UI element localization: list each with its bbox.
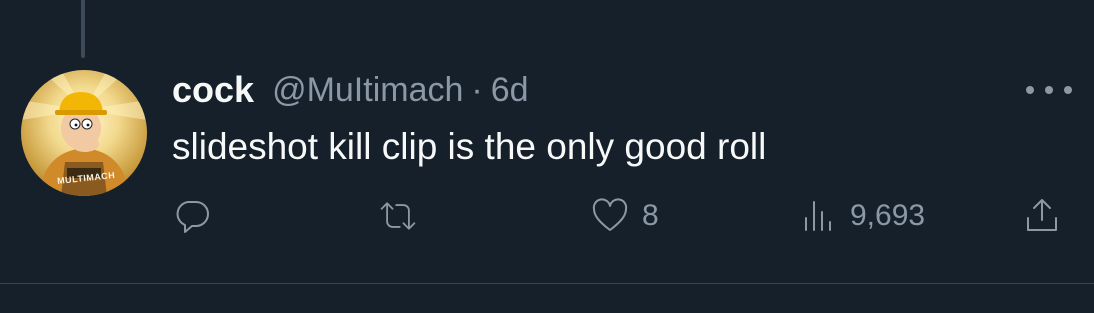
separator-dot: ·: [471, 70, 483, 109]
heart-icon: [592, 198, 628, 231]
share-icon: [1027, 199, 1057, 231]
like-count: 8: [642, 199, 659, 232]
share-button[interactable]: [1022, 192, 1062, 240]
like-button[interactable]: 8: [590, 192, 659, 240]
tweet-header: cock @MuItimach · 6d: [172, 68, 529, 112]
more-options-icon: [1026, 86, 1034, 94]
avatar[interactable]: MULTIMACH: [21, 70, 147, 196]
thread-connector-line: [81, 0, 85, 58]
reply-icon: [176, 201, 209, 233]
retweet-icon: [380, 202, 416, 230]
display-name[interactable]: cock: [172, 69, 254, 111]
reply-button[interactable]: [172, 192, 224, 240]
retweet-button[interactable]: [378, 192, 430, 240]
tweet-text: slideshot kill clip is the only good rol…: [172, 126, 767, 167]
views-button[interactable]: 9,693: [798, 192, 925, 240]
tweet-divider: [0, 283, 1094, 284]
timestamp[interactable]: 6d: [491, 71, 529, 110]
more-options-icon-dot: [1064, 86, 1072, 94]
views-chart-icon: [805, 201, 831, 231]
views-count: 9,693: [850, 199, 926, 232]
more-options-button[interactable]: [1026, 80, 1072, 100]
more-options-icon-dot: [1045, 86, 1053, 94]
user-handle[interactable]: @MuItimach: [272, 71, 463, 110]
